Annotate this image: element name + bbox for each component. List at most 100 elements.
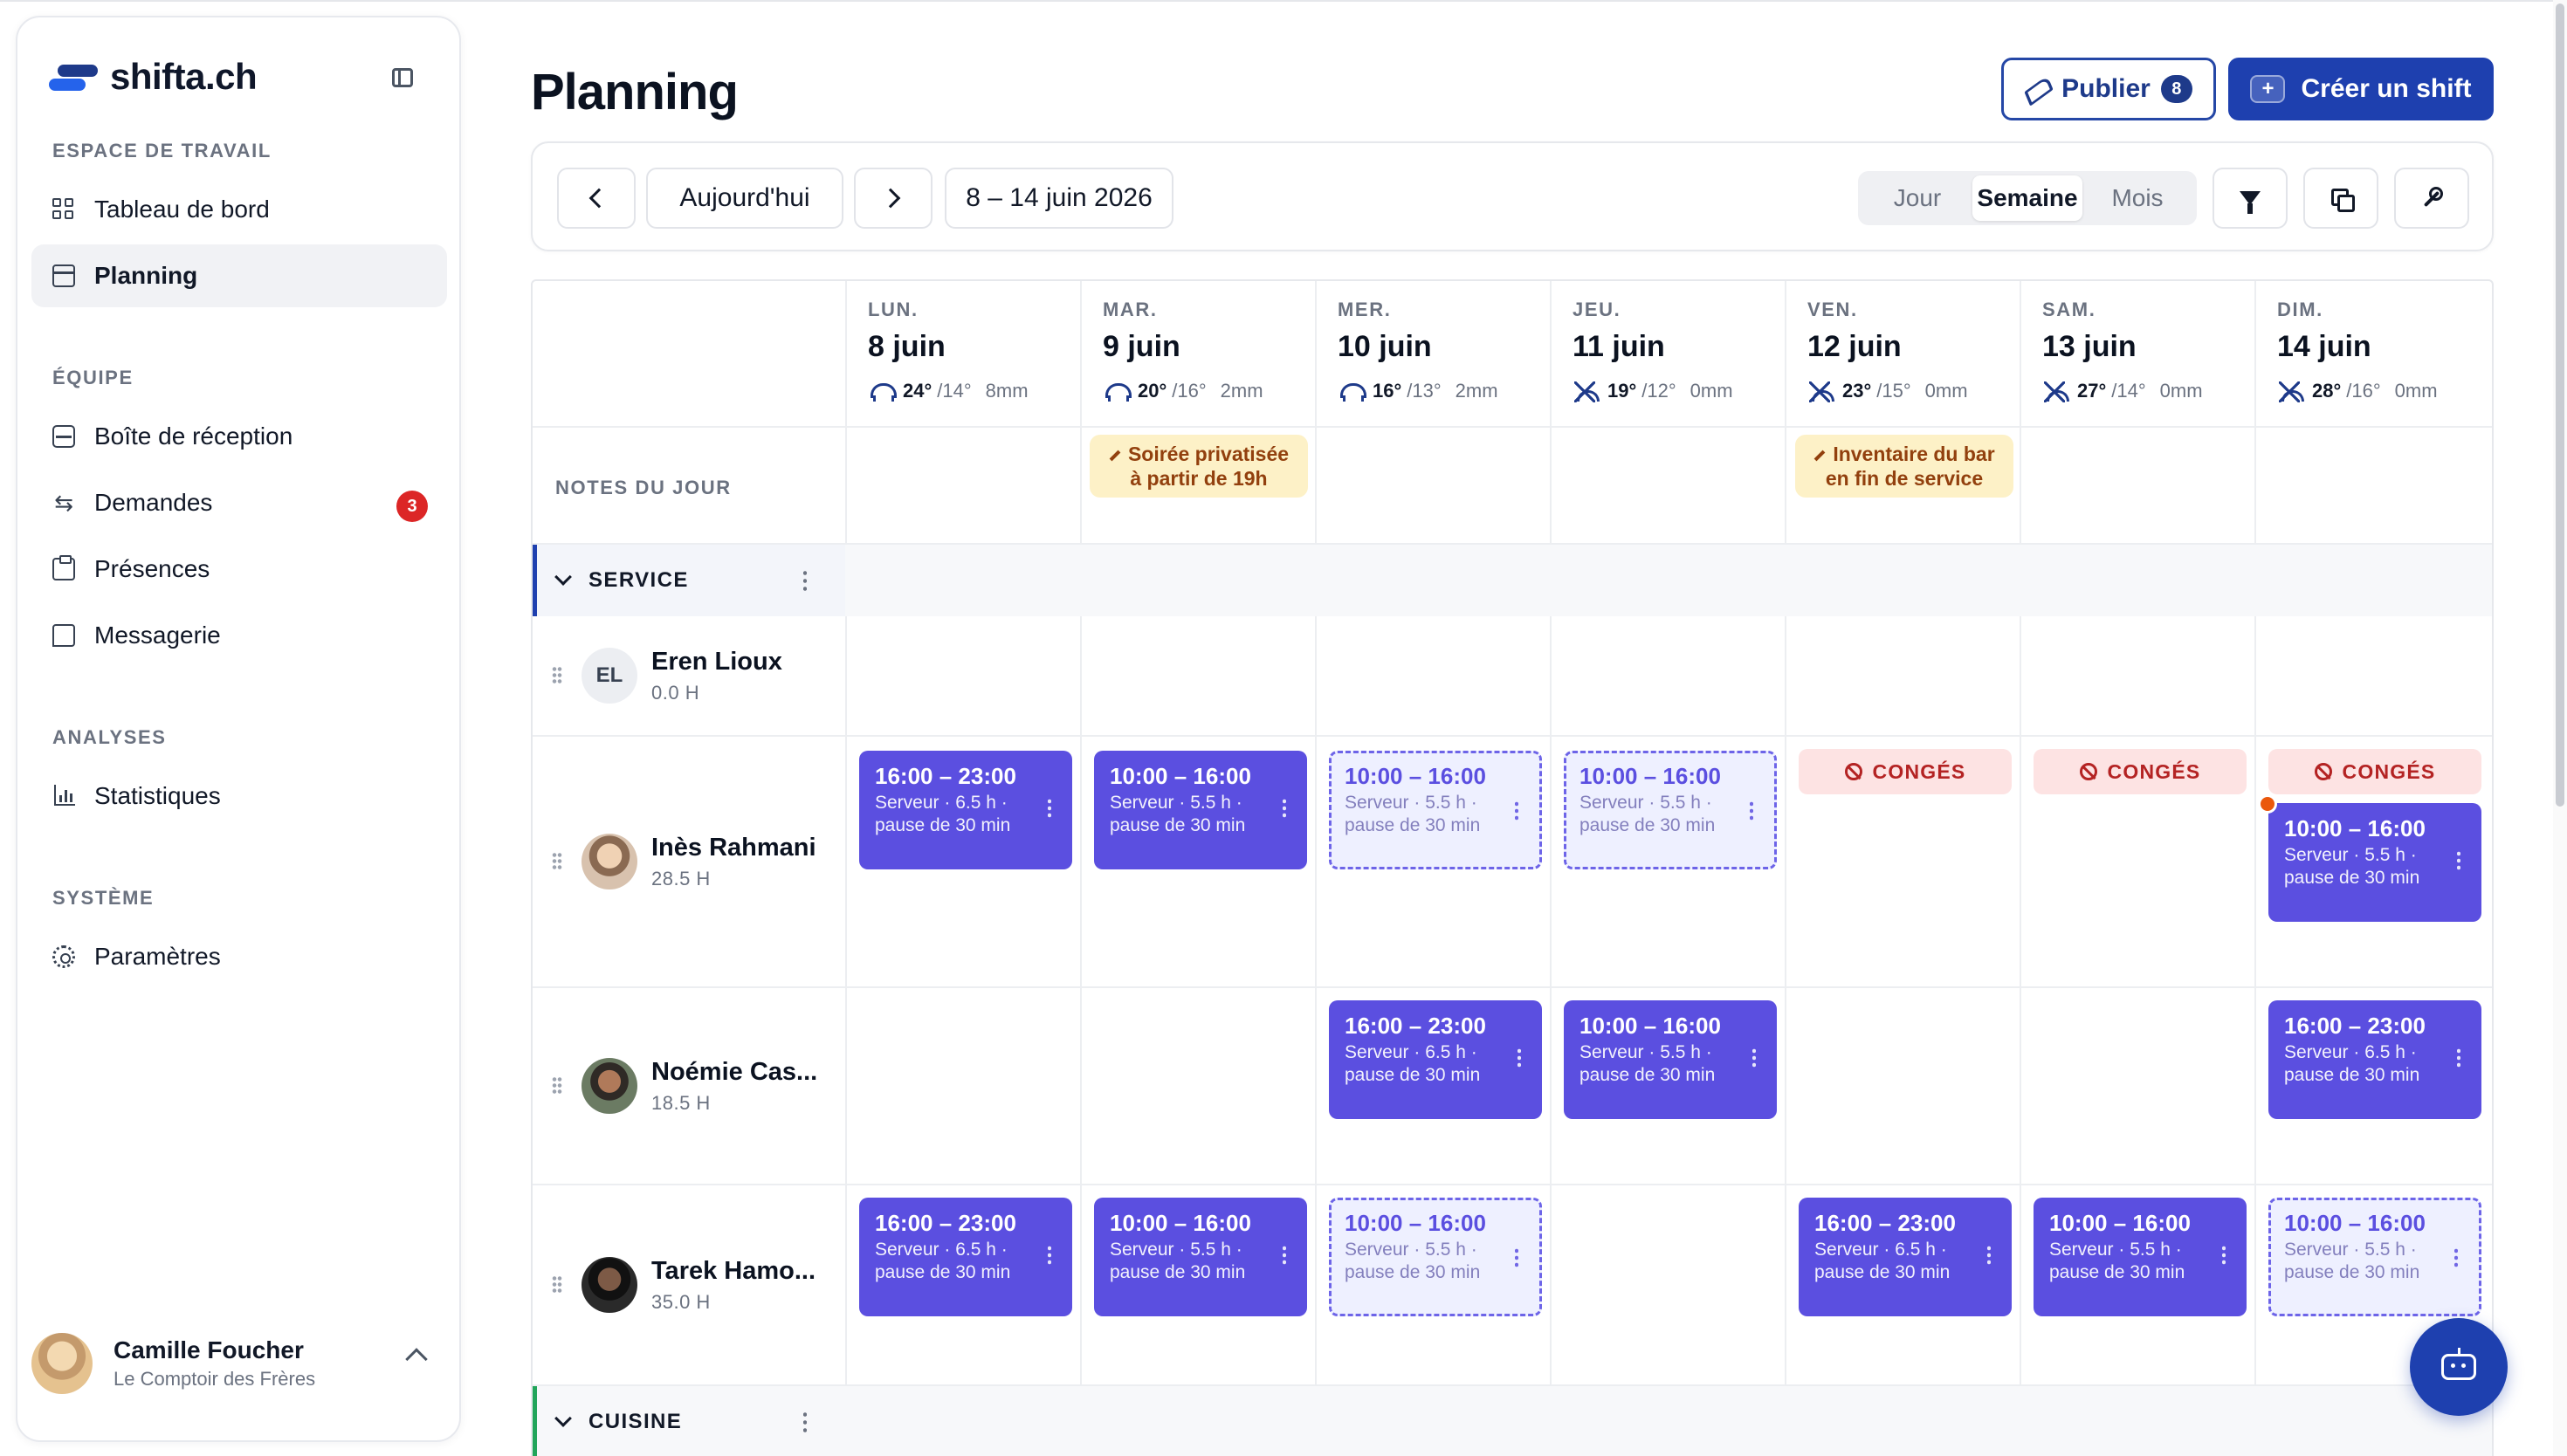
shift-card-draft[interactable]: 10:00 – 16:00 Serveur · 5.5 h · pause de … — [1329, 1198, 1542, 1316]
leave-badge[interactable]: CONGÉS — [1799, 749, 2012, 794]
shift-time: 10:00 – 16:00 — [1579, 763, 1721, 789]
drag-handle-icon[interactable] — [552, 852, 562, 871]
more-vertical-icon[interactable] — [1987, 1245, 1991, 1266]
drag-handle-icon[interactable] — [552, 666, 562, 685]
shift-card[interactable]: 16:00 – 23:00 Serveur · 6.5 h · pause de … — [859, 751, 1072, 869]
window-top-border — [0, 0, 2567, 2]
cloud-rain-icon — [868, 381, 897, 401]
more-vertical-icon[interactable] — [2454, 1247, 2458, 1268]
day-header-tue[interactable]: MAR. 9 juin 20°/16° 2mm — [1082, 281, 1316, 426]
day-note-chip[interactable]: Inventaire du bar en fin de service — [1795, 435, 2013, 498]
user-menu[interactable]: Camille Foucher Le Comptoir des Frères — [31, 1329, 428, 1398]
sidebar-item-settings[interactable]: Paramètres — [31, 925, 447, 988]
more-vertical-icon[interactable] — [1515, 800, 1518, 821]
sidebar-item-label: Tableau de bord — [94, 196, 270, 223]
more-vertical-icon[interactable] — [803, 569, 807, 592]
drag-handle-icon[interactable] — [552, 1275, 562, 1295]
view-month-tab[interactable]: Mois — [2082, 175, 2192, 221]
note-line: à partir de 19h — [1130, 467, 1268, 490]
date-range-picker[interactable]: 8 – 14 juin 2026 — [945, 168, 1173, 229]
publish-button[interactable]: Publier 8 — [2001, 58, 2216, 120]
more-vertical-icon[interactable] — [1283, 1245, 1286, 1266]
assistant-button[interactable] — [2410, 1318, 2508, 1416]
sidebar-item-messaging[interactable]: Messagerie — [31, 604, 447, 667]
leave-badge[interactable]: CONGÉS — [2268, 749, 2481, 794]
brand[interactable]: shifta.ch — [49, 56, 258, 98]
tools-button[interactable] — [2394, 168, 2469, 229]
gear-icon — [52, 945, 75, 968]
more-vertical-icon[interactable] — [2457, 850, 2460, 871]
chevron-right-icon — [880, 188, 901, 209]
group-row-service[interactable]: SERVICE — [533, 545, 845, 616]
send-icon — [2025, 77, 2049, 101]
view-week-tab[interactable]: Semaine — [1972, 175, 2082, 221]
conflict-indicator[interactable] — [2258, 794, 2277, 814]
section-label-workspace: ESPACE DE TRAVAIL — [52, 140, 272, 161]
shift-card[interactable]: 10:00 – 16:00 Serveur · 5.5 h · pause de … — [1564, 1000, 1777, 1119]
sidebar-item-inbox[interactable]: Boîte de réception — [31, 405, 447, 468]
shift-card-draft[interactable]: 10:00 – 16:00 Serveur · 5.5 h · pause de … — [1329, 751, 1542, 869]
shift-details: Serveur · 5.5 h · pause de 30 min — [1345, 1240, 1481, 1282]
shift-card[interactable]: 16:00 – 23:00 Serveur · 6.5 h · pause de … — [1799, 1198, 2012, 1316]
sidebar-item-requests[interactable]: ⇆ Demandes 3 — [31, 471, 447, 534]
day-note-chip[interactable]: Soirée privatisée à partir de 19h — [1090, 435, 1308, 498]
shift-card[interactable]: 16:00 – 23:00 Serveur · 6.5 h · pause de … — [859, 1198, 1072, 1316]
day-header-sat[interactable]: SAM. 13 juin 27°/14° 0mm — [2021, 281, 2255, 426]
rainfall: 0mm — [2159, 380, 2203, 402]
more-vertical-icon[interactable] — [1283, 798, 1286, 819]
shift-card[interactable]: 10:00 – 16:00 Serveur · 5.5 h · pause de … — [1094, 1198, 1307, 1316]
shift-time: 16:00 – 23:00 — [1814, 1210, 1956, 1236]
more-vertical-icon[interactable] — [1517, 1047, 1521, 1068]
day-header-fri[interactable]: VEN. 12 juin 23°/15° 0mm — [1786, 281, 2020, 426]
more-vertical-icon[interactable] — [1048, 1245, 1051, 1266]
sidebar-item-planning[interactable]: Planning — [31, 244, 447, 307]
more-vertical-icon[interactable] — [1752, 1047, 1756, 1068]
shift-card[interactable]: 16:00 – 23:00 Serveur · 6.5 h · pause de … — [1329, 1000, 1542, 1119]
more-vertical-icon[interactable] — [1750, 800, 1753, 821]
employee-row-ines[interactable]: Inès Rahmani 28.5 H — [533, 737, 845, 986]
create-shift-button[interactable]: + Créer un shift — [2228, 58, 2494, 120]
sidebar-collapse-icon[interactable] — [388, 63, 417, 93]
drag-handle-icon[interactable] — [552, 1076, 562, 1095]
day-header-sun[interactable]: DIM. 14 juin 28°/16° 0mm — [2256, 281, 2490, 426]
shift-card[interactable]: 10:00 – 16:00 Serveur · 5.5 h · pause de … — [2268, 803, 2481, 922]
previous-week-button[interactable] — [557, 168, 636, 229]
shift-details: Serveur · 5.5 h · pause de 30 min — [1110, 793, 1246, 835]
more-vertical-icon[interactable] — [803, 1411, 807, 1433]
employee-name: Eren Lioux — [651, 647, 782, 676]
section-label-analytics: ANALYSES — [52, 726, 167, 748]
more-vertical-icon[interactable] — [1515, 1247, 1518, 1268]
page-scrollbar[interactable] — [2553, 0, 2567, 1456]
employee-row-tarek[interactable]: Tarek Hamo... 35.0 H — [533, 1185, 845, 1384]
filter-button[interactable] — [2213, 168, 2288, 229]
sidebar-item-stats[interactable]: Statistiques — [31, 765, 447, 828]
more-vertical-icon[interactable] — [2222, 1245, 2226, 1266]
day-date: 11 juin — [1573, 330, 1665, 363]
shift-card[interactable]: 10:00 – 16:00 Serveur · 5.5 h · pause de … — [1094, 751, 1307, 869]
day-header-thu[interactable]: JEU. 11 juin 19°/12° 0mm — [1552, 281, 1786, 426]
bar-chart-icon — [52, 785, 75, 807]
leave-badge[interactable]: CONGÉS — [2034, 749, 2247, 794]
shift-card[interactable]: 16:00 – 23:00 Serveur · 6.5 h · pause de … — [2268, 1000, 2481, 1119]
rainfall: 2mm — [1220, 380, 1263, 402]
day-header-wed[interactable]: MER. 10 juin 16°/13° 2mm — [1317, 281, 1551, 426]
today-button[interactable]: Aujourd'hui — [646, 168, 843, 229]
employee-name: Noémie Cas... — [651, 1057, 818, 1086]
view-day-tab[interactable]: Jour — [1862, 175, 1972, 221]
shift-card-draft[interactable]: 10:00 – 16:00 Serveur · 5.5 h · pause de … — [2268, 1198, 2481, 1316]
more-vertical-icon[interactable] — [2457, 1047, 2460, 1068]
copy-week-button[interactable] — [2303, 168, 2378, 229]
shift-card[interactable]: 10:00 – 16:00 Serveur · 5.5 h · pause de … — [2034, 1198, 2247, 1316]
shift-details: Serveur · 5.5 h · pause de 30 min — [2284, 1240, 2420, 1282]
sidebar-item-attendance[interactable]: Présences — [31, 538, 447, 601]
scrollbar-thumb[interactable] — [2556, 3, 2564, 807]
group-row-kitchen[interactable]: CUISINE — [533, 1386, 845, 1456]
day-header-mon[interactable]: LUN. 8 juin 24°/14° 8mm — [847, 281, 1081, 426]
next-week-button[interactable] — [854, 168, 933, 229]
employee-row-noemie[interactable]: Noémie Cas... 18.5 H — [533, 988, 845, 1184]
more-vertical-icon[interactable] — [1048, 798, 1051, 819]
shift-time: 10:00 – 16:00 — [1110, 763, 1251, 789]
sidebar-item-dashboard[interactable]: Tableau de bord — [31, 178, 447, 241]
employee-row-eren[interactable]: EL Eren Lioux 0.0 H — [533, 616, 845, 735]
shift-card-draft[interactable]: 10:00 – 16:00 Serveur · 5.5 h · pause de … — [1564, 751, 1777, 869]
